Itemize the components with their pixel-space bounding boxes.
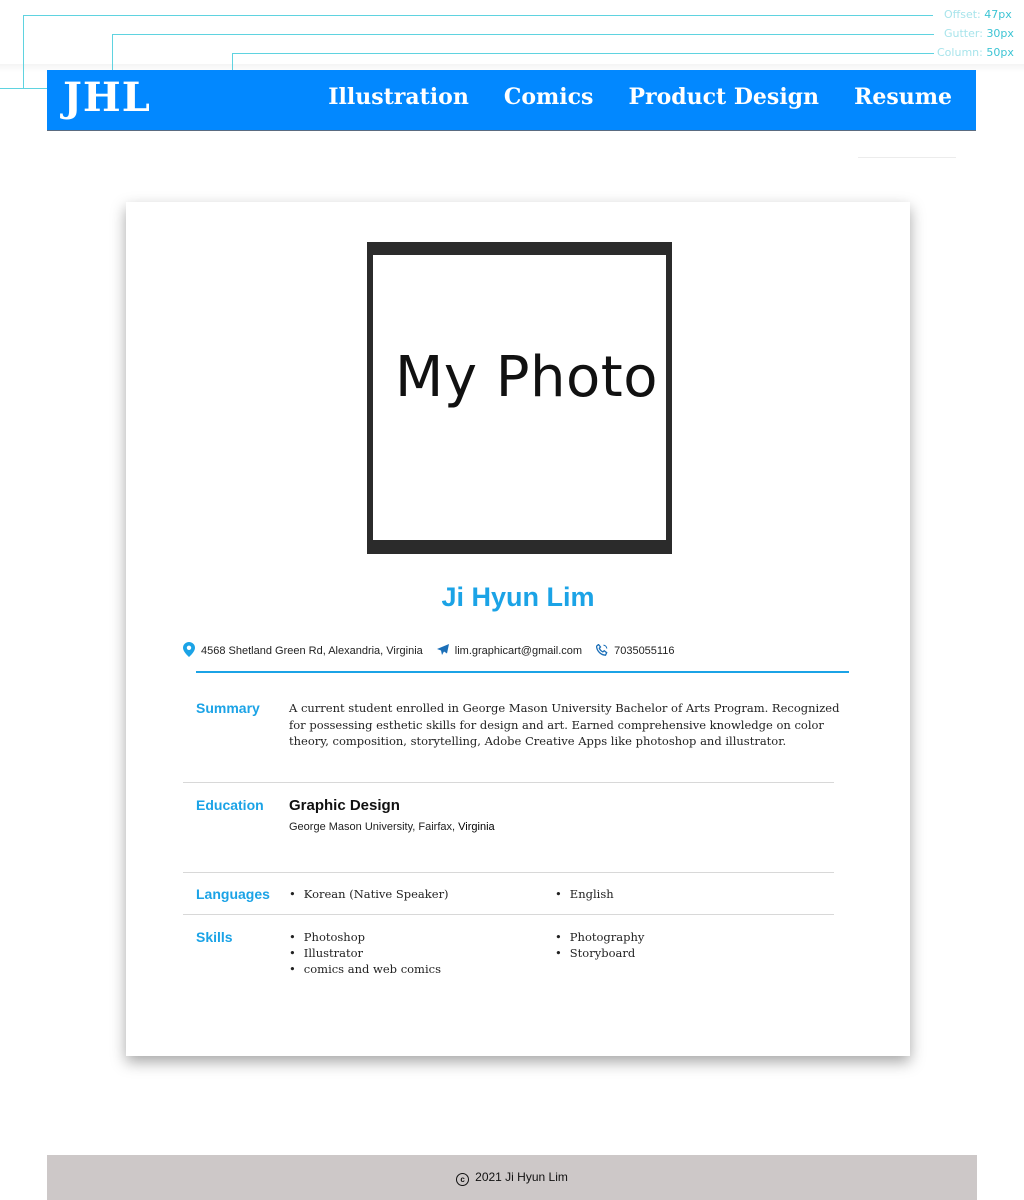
gutter-guide-drop	[112, 34, 113, 70]
contact-email[interactable]: lim.graphicart@gmail.com	[436, 644, 583, 658]
offset-guide-line	[23, 15, 933, 16]
gutter-guide-line	[112, 34, 934, 35]
photo-placeholder: My Photo	[395, 345, 658, 410]
education-degree: Graphic Design	[289, 797, 400, 814]
education-school: George Mason University, Fairfax, Virgin…	[289, 821, 495, 833]
gutter-guide-label: Gutter: 30px	[944, 27, 1014, 40]
skills-list-1: Photoshop Illustrator comics and web com…	[289, 929, 441, 977]
send-icon	[436, 644, 449, 658]
skill-item: comics and web comics	[289, 961, 441, 977]
skill-item: Storyboard	[555, 945, 644, 961]
school-name: George Mason University, Fairfax,	[289, 821, 459, 833]
education-divider	[183, 872, 834, 873]
column-guide-line	[232, 53, 934, 54]
languages-list-1: Korean (Native Speaker)	[289, 886, 449, 902]
page-footer: c 2021 Ji Hyun Lim	[47, 1155, 977, 1200]
nav-links: Illustration Comics Product Design Resum…	[328, 84, 952, 110]
education-label: Education	[196, 797, 264, 813]
languages-label: Languages	[196, 886, 270, 902]
skill-item: Illustrator	[289, 945, 441, 961]
nav-link-illustration[interactable]: Illustration	[328, 84, 469, 110]
skill-item: Photoshop	[289, 929, 441, 945]
nav-link-comics[interactable]: Comics	[504, 84, 594, 110]
summary-text: A current student enrolled in George Mas…	[289, 701, 840, 748]
copyright-text: 2021 Ji Hyun Lim	[475, 1170, 568, 1184]
nav-link-resume[interactable]: Resume	[854, 84, 952, 110]
footer-copyright: c 2021 Ji Hyun Lim	[47, 1170, 977, 1186]
offset-guide-label: Offset: 47px	[944, 8, 1012, 21]
skills-list-2: Photography Storyboard	[555, 929, 645, 961]
contact-divider	[196, 671, 849, 673]
phone-text: 7035055116	[614, 645, 675, 657]
copyright-icon: c	[456, 1173, 470, 1186]
summary-label: Summary	[196, 700, 260, 716]
location-pin-icon	[183, 642, 195, 660]
email-text: lim.graphicart@gmail.com	[454, 645, 583, 657]
contact-address: 4568 Shetland Green Rd, Alexandria, Virg…	[183, 642, 423, 660]
offset-guide-foot	[0, 88, 47, 89]
offset-guide-drop	[23, 15, 24, 89]
photo-frame: My Photo	[367, 242, 672, 554]
resume-card: My Photo Ji Hyun Lim 4568 Shetland Green…	[126, 202, 910, 1056]
language-item: English	[555, 886, 614, 902]
language-item: Korean (Native Speaker)	[289, 886, 449, 902]
contact-phone[interactable]: 7035055116	[595, 643, 675, 659]
contact-row: 4568 Shetland Green Rd, Alexandria, Virg…	[183, 642, 688, 660]
site-logo[interactable]: JHL	[63, 74, 151, 121]
summary-divider	[183, 782, 834, 783]
languages-list-2: English	[555, 886, 614, 902]
column-guide-label: Column: 50px	[937, 46, 1014, 59]
top-navbar: JHL Illustration Comics Product Design R…	[47, 70, 976, 131]
languages-divider	[183, 914, 834, 915]
active-nav-underline	[858, 157, 956, 158]
phone-icon	[595, 643, 608, 659]
resume-name: Ji Hyun Lim	[441, 582, 595, 612]
school-state: Virginia	[458, 821, 495, 833]
skill-item: Photography	[555, 929, 645, 945]
address-text: 4568 Shetland Green Rd, Alexandria, Virg…	[201, 645, 423, 657]
nav-link-product-design[interactable]: Product Design	[628, 84, 819, 110]
skills-label: Skills	[196, 929, 233, 945]
